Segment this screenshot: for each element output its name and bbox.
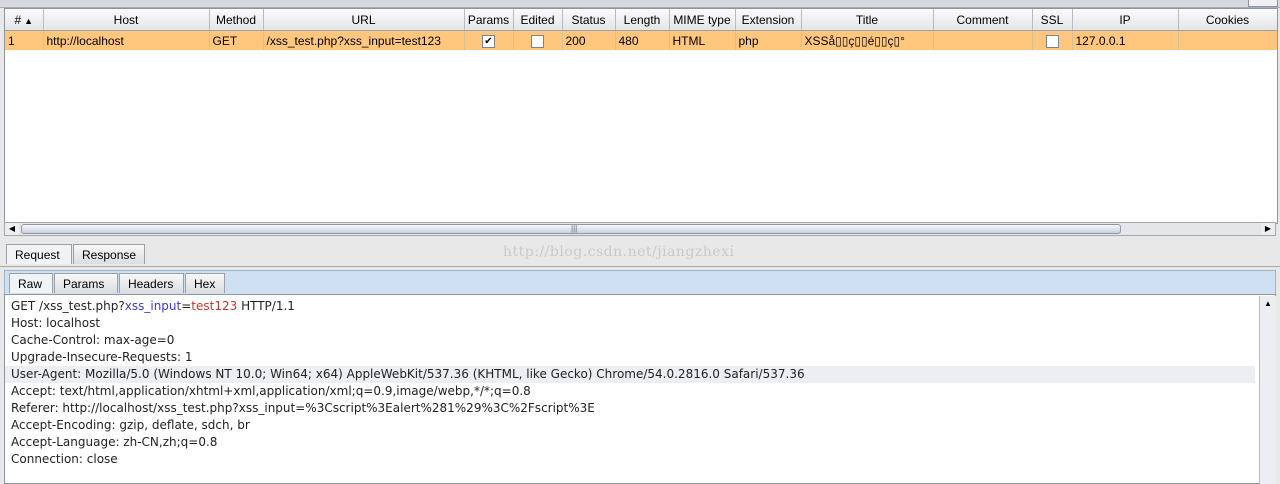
cell-number: 1: [5, 30, 44, 50]
column-header-number[interactable]: # ▲: [5, 9, 44, 31]
header-line: Upgrade-Insecure-Requests: 1: [11, 350, 193, 364]
header-line: Connection: close: [11, 452, 118, 466]
column-header-length[interactable]: Length: [615, 9, 670, 31]
cell-params: ✔: [464, 30, 514, 50]
scroll-up-arrow-icon[interactable]: ▲: [1260, 298, 1276, 310]
column-header-method[interactable]: Method: [209, 9, 264, 31]
top-strip-button[interactable]: [1248, 0, 1278, 7]
scrollbar-thumb[interactable]: |||: [21, 224, 1121, 234]
table-row-selected[interactable]: 1 http://localhost GET /xss_test.php?xss…: [5, 30, 1277, 50]
column-header-ssl[interactable]: SSL: [1032, 9, 1073, 31]
top-panel-strip: [0, 0, 1280, 8]
subtab-hex[interactable]: Hex: [185, 273, 225, 293]
header-line: Referer: http://localhost/xss_test.php?x…: [11, 401, 595, 415]
subtab-params[interactable]: Params: [54, 273, 118, 293]
column-header-edited[interactable]: Edited: [513, 9, 563, 31]
request-line: GET /xss_test.php?xss_input=test123 HTTP…: [11, 298, 295, 315]
column-header-url[interactable]: URL: [263, 9, 465, 31]
edited-checkbox[interactable]: [531, 34, 544, 48]
column-header-ip[interactable]: IP: [1072, 9, 1179, 31]
scroll-left-arrow-icon[interactable]: ◀: [5, 223, 19, 235]
request-line-suffix: HTTP/1.1: [237, 299, 295, 313]
cell-comment: [933, 30, 1033, 50]
param-value: test123: [191, 299, 238, 313]
column-header-label: #: [14, 12, 22, 27]
cell-host: http://localhost: [43, 30, 210, 50]
column-header-title[interactable]: Title: [801, 9, 934, 31]
header-line: Accept: text/html,application/xhtml+xml,…: [11, 384, 531, 398]
column-header-extension[interactable]: Extension: [735, 9, 802, 31]
cell-ip: 127.0.0.1: [1072, 30, 1179, 50]
cell-cookies: [1178, 30, 1277, 50]
column-header-mime-type[interactable]: MIME type: [669, 9, 736, 31]
request-line-prefix: GET /xss_test.php?: [11, 299, 125, 313]
tab-request[interactable]: Request: [6, 244, 72, 264]
watermark-text: http://blog.csdn.net/jiangzhexi: [503, 244, 735, 260]
subtab-raw[interactable]: Raw: [9, 273, 53, 293]
proxy-history-table: # ▲ Host Method URL Params Edited Status …: [5, 9, 1277, 50]
header-line: Accept-Language: zh-CN,zh;q=0.8: [11, 435, 218, 449]
cell-length: 480: [615, 30, 670, 50]
cell-title: XSSå▯▯ç▯▯é▯▯ç▯°: [801, 30, 934, 50]
header-line: Host: localhost: [11, 316, 101, 330]
header-line: Cache-Control: max-age=0: [11, 333, 175, 347]
proxy-history-table-container: # ▲ Host Method URL Params Edited Status …: [4, 8, 1278, 224]
column-header-cookies[interactable]: Cookies: [1178, 9, 1277, 31]
ssl-checkbox[interactable]: [1045, 34, 1059, 48]
raw-request-editor[interactable]: GET /xss_test.php?xss_input=test123 HTTP…: [4, 294, 1276, 484]
column-header-comment[interactable]: Comment: [933, 9, 1033, 31]
scrollbar-grip-icon: |||: [571, 224, 578, 233]
cell-edited: [513, 30, 563, 50]
request-view-tabs: Raw Params Headers Hex: [4, 270, 1276, 294]
subtab-headers[interactable]: Headers: [119, 273, 184, 293]
cell-ssl: [1032, 30, 1073, 50]
cell-status: 200: [562, 30, 616, 50]
table-header-row: # ▲ Host Method URL Params Edited Status …: [5, 9, 1277, 31]
tab-response[interactable]: Response: [73, 244, 145, 264]
column-header-host[interactable]: Host: [43, 9, 210, 31]
param-equals: =: [181, 299, 192, 313]
sort-ascending-icon: ▲: [24, 15, 34, 26]
header-line: Accept-Encoding: gzip, deflate, sdch, br: [11, 418, 250, 432]
params-checkbox-checked[interactable]: ✔: [482, 34, 495, 48]
cell-mime-type: HTML: [669, 30, 736, 50]
table-horizontal-scrollbar[interactable]: ◀ ||| ▶: [4, 222, 1276, 236]
header-line: User-Agent: Mozilla/5.0 (Windows NT 10.0…: [11, 367, 805, 381]
cell-extension: php: [735, 30, 802, 50]
cell-url: /xss_test.php?xss_input=test123: [263, 30, 465, 50]
cell-method: GET: [209, 30, 264, 50]
editor-vertical-scrollbar[interactable]: ▲: [1259, 296, 1276, 484]
column-header-status[interactable]: Status: [562, 9, 616, 31]
param-name: xss_input: [124, 299, 182, 313]
scroll-right-arrow-icon[interactable]: ▶: [1261, 223, 1275, 235]
column-header-params[interactable]: Params: [464, 9, 514, 31]
